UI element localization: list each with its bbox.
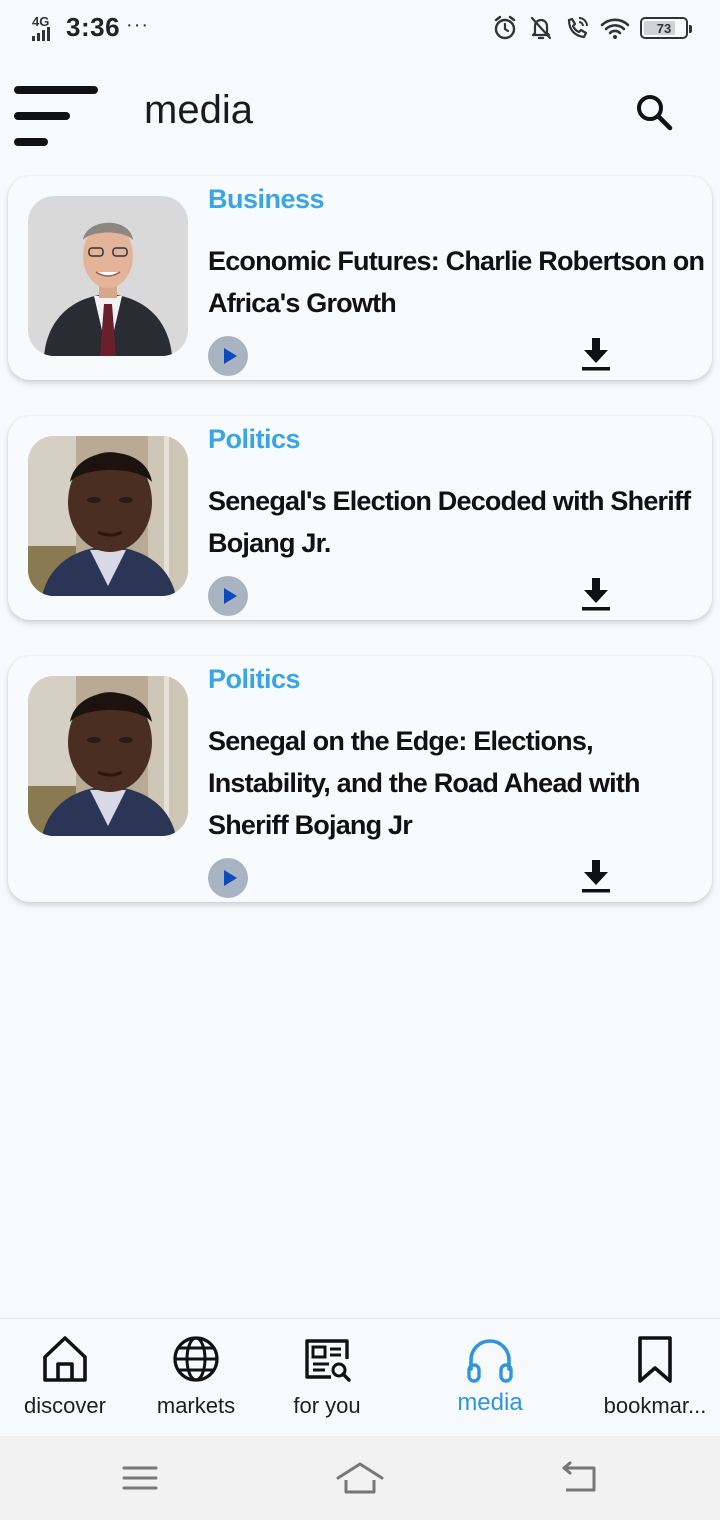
home-icon xyxy=(43,1336,87,1382)
menu-icon[interactable] xyxy=(14,78,100,148)
signal-icon: 4G xyxy=(30,14,56,42)
globe-icon xyxy=(173,1336,219,1382)
episode-title: Economic Futures: Charlie Robertson on A… xyxy=(208,246,705,318)
nav-label: for you xyxy=(293,1393,361,1418)
play-icon xyxy=(223,870,237,886)
category-label: Business xyxy=(208,184,325,214)
nav-item-markets[interactable]: markets xyxy=(136,1319,256,1437)
media-card[interactable]: Politics Senegal on the Edge: Elections,… xyxy=(8,656,712,902)
nav-item-for-you[interactable]: for you xyxy=(266,1319,388,1437)
nav-item-media[interactable]: media xyxy=(430,1319,550,1437)
media-card[interactable]: Business Economic Futures: Charlie Rober… xyxy=(8,176,712,380)
wifi-calling-icon xyxy=(567,17,588,39)
category-label: Politics xyxy=(208,664,301,694)
nav-label: media xyxy=(457,1389,523,1416)
bookmark-icon xyxy=(638,1336,672,1383)
media-list: Business Economic Futures: Charlie Rober… xyxy=(8,176,712,938)
nav-label: bookmar... xyxy=(603,1393,707,1418)
download-icon[interactable] xyxy=(580,858,612,894)
play-button[interactable] xyxy=(208,576,248,616)
more-notifications-indicator: ··· xyxy=(126,14,150,36)
search-icon[interactable] xyxy=(632,90,676,134)
download-icon[interactable] xyxy=(580,576,612,612)
news-search-icon xyxy=(305,1339,351,1382)
nav-label: discover xyxy=(24,1393,106,1418)
status-bar: 4G 3:36 ··· 73 xyxy=(0,0,720,56)
podcast-thumbnail xyxy=(28,436,188,596)
page-title: media xyxy=(144,88,253,132)
battery-level: 73 xyxy=(656,20,672,36)
home-icon[interactable] xyxy=(336,1456,384,1500)
headphones-icon xyxy=(467,1339,513,1383)
podcast-thumbnail xyxy=(28,196,188,356)
episode-title: Senegal on the Edge: Elections, Instabil… xyxy=(208,726,641,840)
play-icon xyxy=(223,348,237,364)
battery-icon: 73 xyxy=(640,17,692,39)
category-label: Politics xyxy=(208,424,301,454)
back-icon[interactable] xyxy=(556,1456,604,1500)
episode-title: Senegal's Election Decoded with Sheriff … xyxy=(208,486,691,558)
play-icon xyxy=(223,588,237,604)
download-icon[interactable] xyxy=(580,336,612,372)
alarm-icon xyxy=(494,15,516,40)
system-navigation-bar xyxy=(0,1436,720,1520)
recents-menu-icon[interactable] xyxy=(116,1456,164,1500)
bottom-navigation: discover markets for you media bookmar..… xyxy=(0,1318,720,1436)
podcast-thumbnail xyxy=(28,676,188,836)
status-time: 3:36 xyxy=(66,12,121,42)
nav-item-bookmarks[interactable]: bookmar... xyxy=(590,1319,720,1437)
play-button[interactable] xyxy=(208,336,248,376)
nav-label: markets xyxy=(156,1393,236,1418)
notifications-off-icon xyxy=(530,16,552,40)
app-header: media xyxy=(0,70,720,154)
wifi-icon xyxy=(600,18,630,39)
play-button[interactable] xyxy=(208,858,248,898)
media-card[interactable]: Politics Senegal's Election Decoded with… xyxy=(8,416,712,620)
nav-item-discover[interactable]: discover xyxy=(0,1319,130,1437)
